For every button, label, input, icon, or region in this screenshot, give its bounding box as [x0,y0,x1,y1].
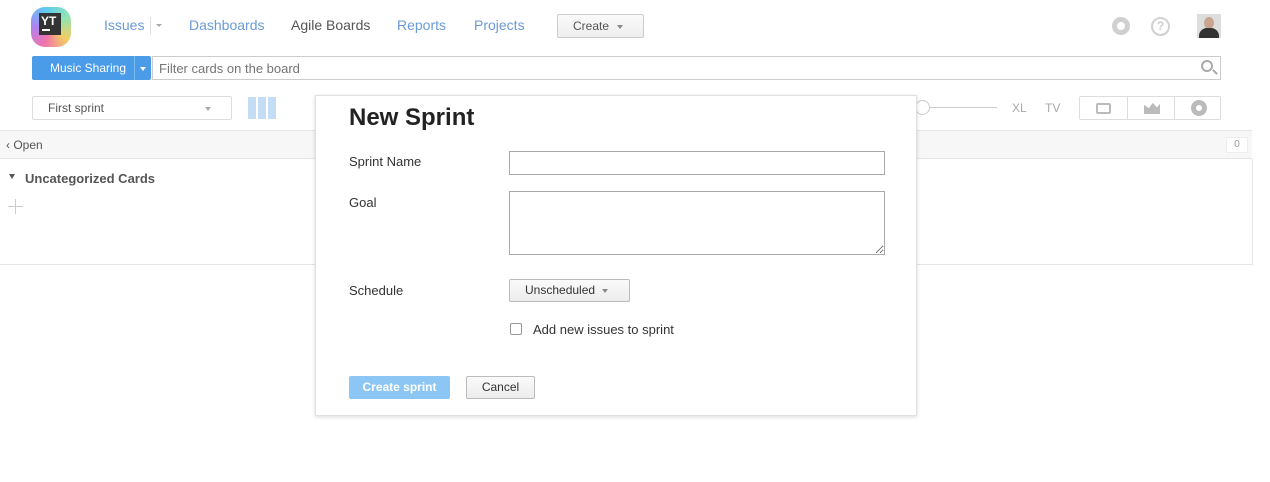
nav-reports[interactable]: Reports [397,17,446,33]
search-icon[interactable] [1201,60,1213,72]
schedule-dropdown[interactable]: Unscheduled [509,279,630,302]
schedule-label: Schedule [349,283,404,298]
chevron-down-icon [617,24,624,29]
board-selector-button[interactable]: Music Sharing [32,56,151,80]
chart-button[interactable] [1127,97,1174,119]
board-name: Music Sharing [50,61,127,75]
board-search-input[interactable] [152,56,1221,80]
help-icon[interactable]: ? [1151,17,1170,36]
card-size-slider-track[interactable] [925,107,997,108]
add-issues-checkbox[interactable] [510,323,522,335]
card-size-slider-handle[interactable] [915,100,930,115]
columns-icon[interactable] [248,97,276,119]
cancel-button[interactable]: Cancel [466,376,535,399]
new-sprint-dialog: New Sprint Sprint Name Goal Schedule Uns… [315,95,917,416]
settings-gear-icon[interactable] [1112,17,1130,35]
collapse-triangle-icon[interactable] [9,174,15,179]
chevron-down-icon [602,288,609,293]
chevron-down-icon [205,107,211,111]
dialog-title: New Sprint [349,104,475,131]
sprint-name-input[interactable] [509,151,885,175]
youtrack-logo[interactable]: YT [31,7,73,47]
board-tools [1079,96,1221,120]
nav-dashboards[interactable]: Dashboards [189,17,265,33]
add-issues-label[interactable]: Add new issues to sprint [533,322,674,337]
nav-agile-boards[interactable]: Agile Boards [291,17,370,33]
logo-text: YT [41,14,57,28]
create-button-label: Create [573,19,610,33]
sprint-name-label: Sprint Name [349,154,422,169]
chevron-down-icon[interactable] [140,67,146,71]
nav-projects[interactable]: Projects [474,17,525,33]
chart-icon [1144,102,1160,114]
card-size-xl[interactable]: XL [1012,101,1027,115]
gear-icon [1191,100,1207,116]
add-card-icon[interactable] [8,199,23,214]
backlog-button[interactable] [1080,97,1127,119]
nav-issues[interactable]: Issues [104,17,144,33]
goal-label: Goal [349,195,377,210]
nav-issues-separator [150,17,151,34]
inbox-icon [1096,103,1111,114]
logo-box: YT [39,13,61,35]
card-size-tv[interactable]: TV [1045,101,1060,115]
column-open[interactable]: ‹ Open [6,138,43,152]
board-settings-button[interactable] [1174,97,1221,119]
schedule-value: Unscheduled [525,283,596,297]
goal-textarea[interactable] [509,191,885,255]
column-card-count: 0 [1226,137,1248,153]
swimlane-title[interactable]: Uncategorized Cards [25,171,155,186]
chevron-down-icon[interactable] [156,24,162,27]
board-selector-divider [134,56,135,80]
create-sprint-button[interactable]: Create sprint [349,376,450,399]
user-avatar[interactable] [1197,14,1221,38]
column-open-label: Open [13,138,43,152]
create-button[interactable]: Create [557,14,644,38]
sprint-selector-value: First sprint [48,101,105,115]
sprint-selector[interactable]: First sprint [32,96,232,120]
